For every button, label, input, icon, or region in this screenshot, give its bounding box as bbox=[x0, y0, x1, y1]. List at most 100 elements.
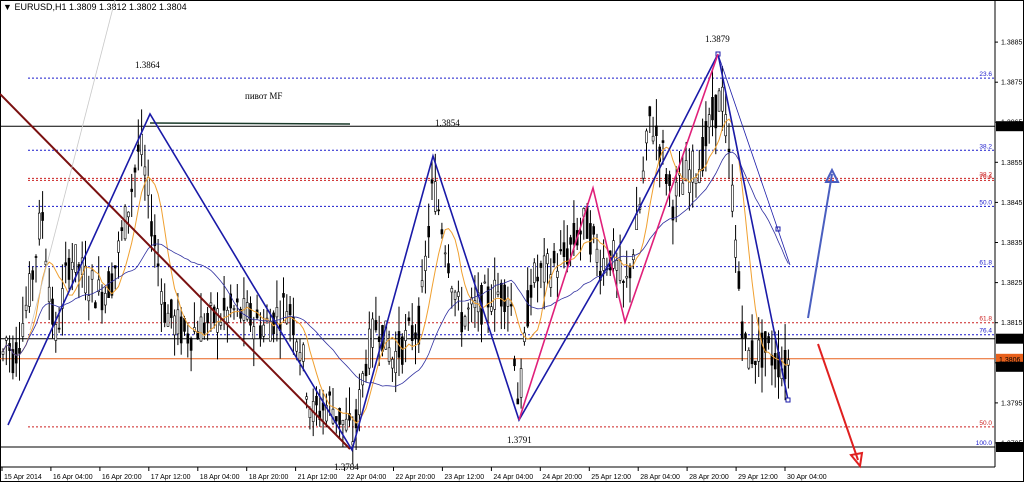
zigzag-marker bbox=[785, 397, 791, 403]
projection-up-arrow-shaft bbox=[807, 173, 833, 319]
x-tick-label: 15 Apr 2014 bbox=[4, 474, 42, 481]
candle-body bbox=[727, 148, 731, 153]
candle-body bbox=[354, 409, 358, 429]
candle-body bbox=[466, 307, 470, 310]
candle-body bbox=[24, 304, 28, 311]
candle-body bbox=[394, 350, 398, 373]
y-tick-label: 1.3795 bbox=[1001, 400, 1023, 407]
candle-body bbox=[391, 358, 394, 369]
candle-body bbox=[674, 181, 678, 197]
projection-down-arrow-shaft bbox=[817, 343, 859, 461]
y-tick-label: 1.3825 bbox=[1001, 280, 1023, 287]
candle-body bbox=[490, 306, 493, 312]
candle-body bbox=[328, 391, 332, 396]
candle-body bbox=[424, 255, 427, 271]
x-tick-label: 25 Apr 12:00 bbox=[591, 474, 631, 481]
candle-body bbox=[420, 280, 424, 288]
candle-body bbox=[655, 125, 658, 137]
candle-body bbox=[730, 184, 734, 212]
candle-body bbox=[67, 257, 71, 280]
candle-body bbox=[443, 252, 447, 255]
fib-level-label: 61.8 bbox=[979, 260, 992, 267]
candle-body bbox=[648, 106, 652, 117]
candle-body bbox=[641, 170, 645, 179]
candle-body bbox=[592, 226, 596, 235]
candle-body bbox=[156, 263, 160, 267]
candle-body bbox=[509, 304, 513, 307]
candle-body bbox=[559, 249, 563, 252]
candle-body bbox=[232, 308, 236, 310]
candle-body bbox=[460, 312, 464, 333]
candle-body bbox=[249, 303, 252, 326]
candle-body bbox=[711, 97, 714, 121]
candle-body bbox=[569, 237, 572, 245]
x-tick-label: 30 Apr 04:00 bbox=[787, 474, 827, 481]
candle-body bbox=[5, 337, 8, 341]
x-tick-label: 23 Apr 12:00 bbox=[444, 474, 484, 481]
candle-body bbox=[14, 342, 18, 364]
candle-body bbox=[400, 336, 404, 365]
candle-body bbox=[295, 341, 299, 352]
candle-body bbox=[437, 209, 440, 212]
candle-body bbox=[341, 419, 345, 425]
candle-body bbox=[57, 327, 61, 330]
price-chart[interactable]: 23.638.238.276.450.061.861.876.450.0100.… bbox=[0, 0, 1024, 482]
candle-body bbox=[427, 226, 431, 238]
candle-body bbox=[430, 179, 434, 184]
price-box-label: 1.3804 bbox=[999, 365, 1021, 372]
annotation-1-3791: 1.3791 bbox=[507, 435, 532, 445]
candle-body bbox=[127, 211, 130, 218]
candle-body bbox=[717, 90, 721, 112]
candle-body bbox=[704, 121, 708, 147]
candle-body bbox=[203, 322, 206, 334]
candle-body bbox=[661, 140, 665, 143]
candle-body bbox=[51, 298, 54, 325]
candle-body bbox=[483, 281, 487, 284]
annotation-1-3879: 1.3879 bbox=[705, 34, 730, 44]
candle-body bbox=[404, 330, 407, 341]
candle-body bbox=[74, 244, 77, 273]
x-tick-label: 24 Apr 20:00 bbox=[542, 474, 582, 481]
candle-body bbox=[496, 291, 500, 295]
candle-body bbox=[407, 317, 411, 322]
candle-body bbox=[216, 308, 219, 333]
candle-body bbox=[64, 262, 67, 266]
candle-body bbox=[453, 291, 457, 300]
candle-body bbox=[133, 167, 137, 173]
projection-down-arrowhead bbox=[849, 451, 864, 469]
candle-body bbox=[499, 282, 503, 307]
candle-body bbox=[206, 312, 209, 324]
price-box-label: 1.3864 bbox=[999, 124, 1021, 131]
candle-body bbox=[176, 309, 180, 335]
candle-body bbox=[209, 302, 213, 306]
candle-body bbox=[364, 363, 368, 377]
candle-body bbox=[28, 273, 31, 307]
candle-body bbox=[252, 326, 256, 340]
candle-body bbox=[219, 321, 223, 326]
candle-body bbox=[628, 265, 632, 279]
candle-body bbox=[268, 321, 272, 342]
candle-body bbox=[684, 160, 688, 180]
candle-body bbox=[539, 263, 543, 268]
candle-body bbox=[585, 206, 589, 239]
fib-level-label: 76.4 bbox=[979, 173, 992, 180]
candle-body bbox=[21, 323, 25, 337]
annotation-1-3784: 1.3784 bbox=[334, 462, 359, 472]
pivot-line bbox=[149, 122, 351, 125]
y-tick-label: 1.3845 bbox=[1001, 200, 1023, 207]
candle-body bbox=[691, 150, 695, 183]
candle-body bbox=[137, 144, 140, 152]
y-tick-label: 1.3855 bbox=[1001, 160, 1023, 167]
y-tick-label: 1.3835 bbox=[1001, 240, 1023, 247]
candle-body bbox=[358, 389, 361, 416]
candle-body bbox=[275, 307, 279, 318]
candle-body bbox=[473, 300, 477, 309]
candle-body bbox=[1, 351, 5, 355]
candle-body bbox=[54, 324, 58, 341]
chart-root: ▼ EURUSD,H1 1.3809 1.3812 1.3802 1.3804 … bbox=[0, 0, 1024, 482]
candle-body bbox=[140, 133, 143, 155]
price-box-label: 1.3784 bbox=[999, 445, 1021, 452]
candle-body bbox=[622, 280, 625, 284]
annotation-1-3864: 1.3864 bbox=[135, 60, 160, 70]
candle-body bbox=[681, 182, 685, 195]
